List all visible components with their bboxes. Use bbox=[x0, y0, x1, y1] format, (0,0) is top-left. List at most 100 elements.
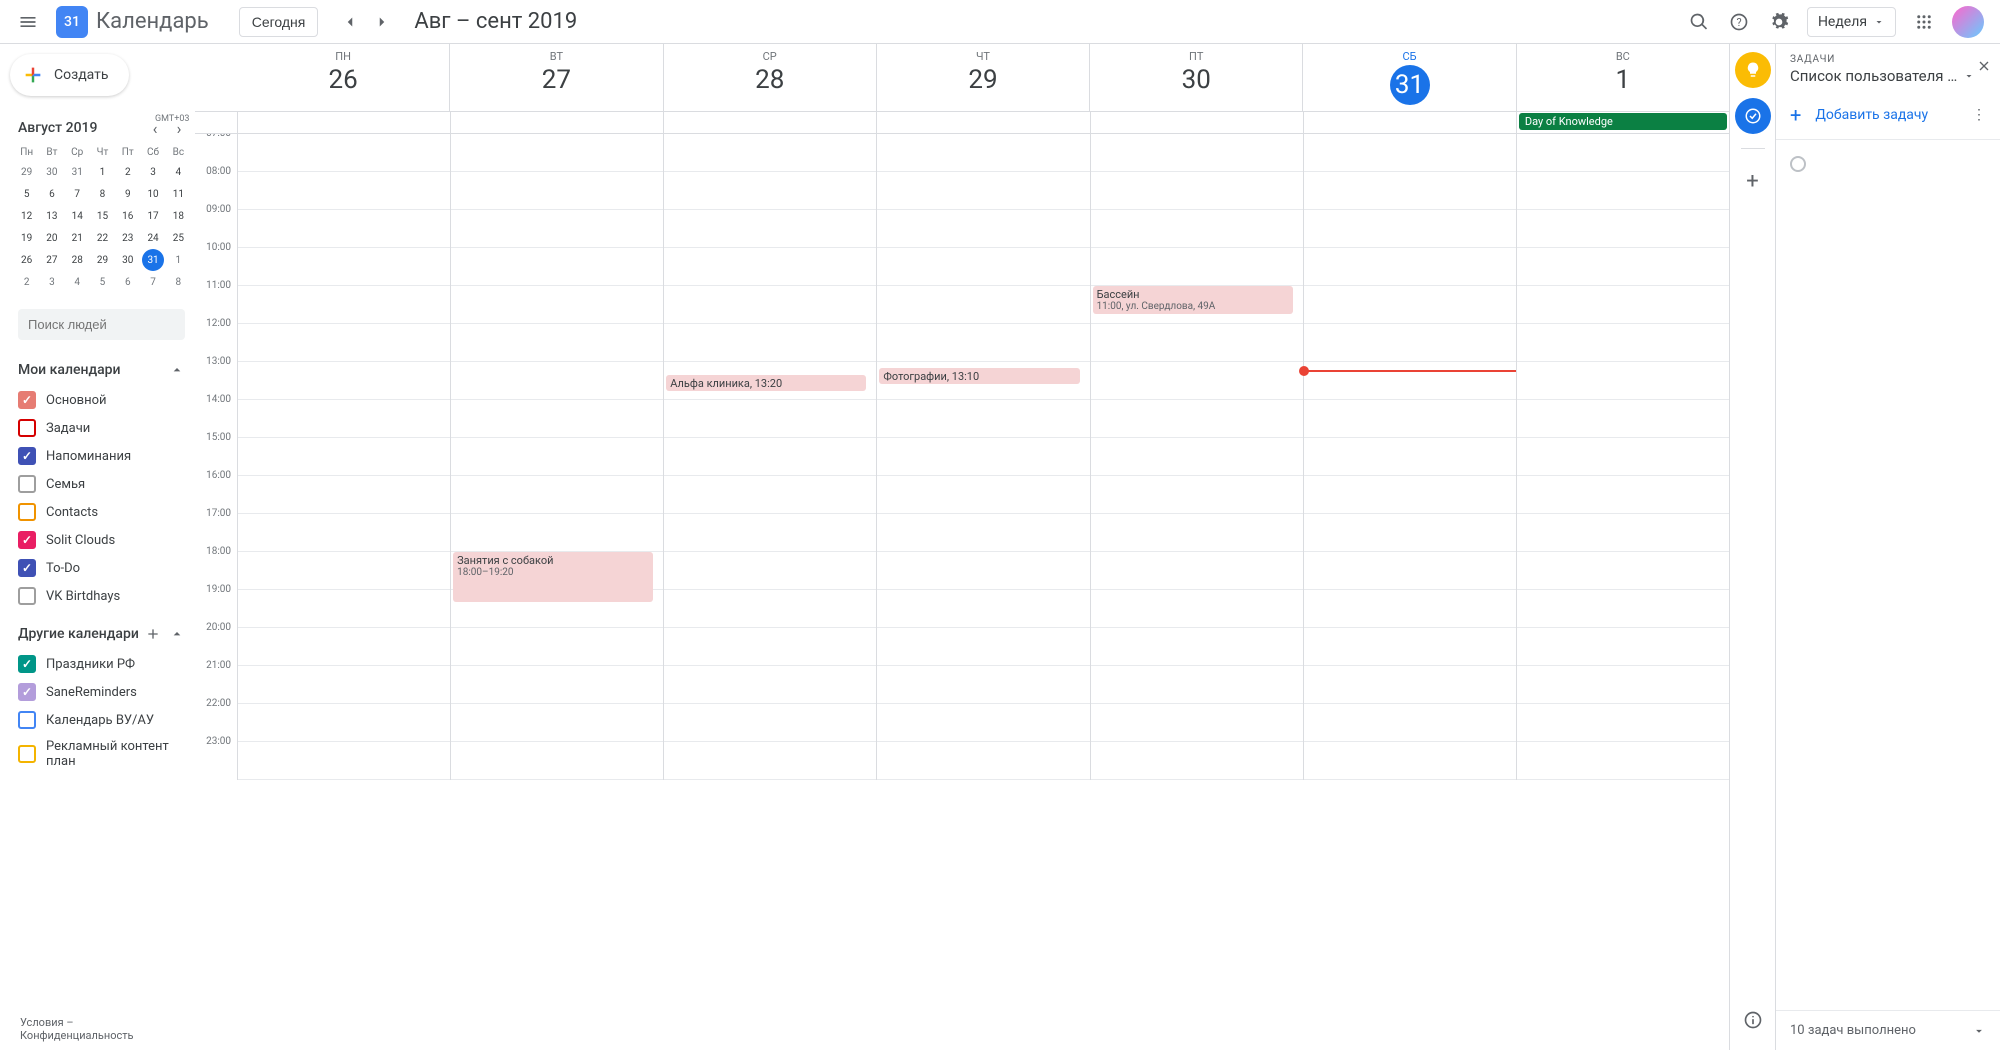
calendar-item[interactable]: Рекламный контент план bbox=[18, 734, 185, 774]
menu-button[interactable] bbox=[8, 2, 48, 42]
settings-button[interactable] bbox=[1759, 2, 1799, 42]
minical-day[interactable]: 31 bbox=[66, 161, 88, 183]
add-task-button[interactable]: Добавить задачу bbox=[1815, 107, 1928, 123]
day-header[interactable]: ВТ27 bbox=[449, 44, 662, 111]
add-task-plus-icon[interactable]: + bbox=[1790, 103, 1801, 127]
calendar-checkbox[interactable] bbox=[18, 503, 36, 521]
minical-day[interactable]: 6 bbox=[41, 183, 63, 205]
calendar-event[interactable]: Фотографии, 13:10 bbox=[879, 368, 1079, 384]
minical-day[interactable]: 10 bbox=[142, 183, 164, 205]
minical-day[interactable]: 20 bbox=[41, 227, 63, 249]
minical-day[interactable]: 13 bbox=[41, 205, 63, 227]
calendar-checkbox[interactable] bbox=[18, 447, 36, 465]
keep-addon-button[interactable] bbox=[1735, 52, 1771, 88]
day-header[interactable]: СР28 bbox=[663, 44, 876, 111]
calendar-item[interactable]: Задачи bbox=[18, 414, 185, 442]
minical-day[interactable]: 25 bbox=[167, 227, 189, 249]
day-header[interactable]: СБ31 bbox=[1302, 44, 1515, 111]
minical-day[interactable]: 14 bbox=[66, 205, 88, 227]
help-button[interactable]: ? bbox=[1719, 2, 1759, 42]
minical-day[interactable]: 23 bbox=[117, 227, 139, 249]
minical-day[interactable]: 21 bbox=[66, 227, 88, 249]
minical-day[interactable]: 19 bbox=[16, 227, 38, 249]
minical-day[interactable]: 4 bbox=[66, 271, 88, 293]
task-checkbox[interactable] bbox=[1790, 156, 1806, 172]
minical-day[interactable]: 2 bbox=[16, 271, 38, 293]
minical-day[interactable]: 26 bbox=[16, 249, 38, 271]
calendar-item[interactable]: VK Birtdhays bbox=[18, 582, 185, 610]
day-header[interactable]: ПТ30 bbox=[1089, 44, 1302, 111]
calendar-checkbox[interactable] bbox=[18, 745, 36, 763]
day-header[interactable]: ЧТ29 bbox=[876, 44, 1089, 111]
minical-day[interactable]: 9 bbox=[117, 183, 139, 205]
calendar-event[interactable]: Занятия с собакой18:00–19:20 bbox=[453, 552, 653, 602]
minical-day[interactable]: 30 bbox=[41, 161, 63, 183]
day-column[interactable]: Занятия с собакой18:00–19:20 bbox=[450, 134, 663, 780]
calendar-checkbox[interactable] bbox=[18, 711, 36, 729]
search-people-input[interactable] bbox=[18, 309, 185, 340]
minical-day[interactable]: 7 bbox=[66, 183, 88, 205]
minical-day[interactable]: 6 bbox=[117, 271, 139, 293]
completed-tasks-toggle[interactable]: 10 задач выполнено bbox=[1776, 1010, 2000, 1050]
calendar-event[interactable]: Бассейн11:00, ул. Свердлова, 49А bbox=[1093, 286, 1293, 314]
minical-day[interactable]: 28 bbox=[66, 249, 88, 271]
calendar-item[interactable]: Contacts bbox=[18, 498, 185, 526]
day-column[interactable]: Альфа клиника, 13:20 bbox=[663, 134, 876, 780]
minical-day[interactable]: 22 bbox=[91, 227, 113, 249]
calendar-checkbox[interactable] bbox=[18, 391, 36, 409]
minical-day[interactable]: 1 bbox=[167, 249, 189, 271]
other-calendars-toggle[interactable]: Другие календари bbox=[18, 622, 185, 646]
tasks-close-button[interactable] bbox=[1976, 58, 1992, 74]
allday-cell[interactable] bbox=[663, 112, 876, 133]
calendar-item[interactable]: Праздники РФ bbox=[18, 650, 185, 678]
account-avatar[interactable] bbox=[1952, 6, 1984, 38]
footer-links[interactable]: Условия – Конфиденциальность bbox=[10, 1008, 195, 1050]
calendar-item[interactable]: Календарь ВУ/АУ bbox=[18, 706, 185, 734]
calendar-checkbox[interactable] bbox=[18, 683, 36, 701]
tasks-list-selector[interactable]: Список пользователя … bbox=[1790, 67, 1986, 85]
calendar-item[interactable]: Напоминания bbox=[18, 442, 185, 470]
minical-day[interactable]: 24 bbox=[142, 227, 164, 249]
minical-day[interactable]: 29 bbox=[16, 161, 38, 183]
minical-day[interactable]: 7 bbox=[142, 271, 164, 293]
search-button[interactable] bbox=[1679, 2, 1719, 42]
allday-cell[interactable] bbox=[1090, 112, 1303, 133]
minical-day[interactable]: 18 bbox=[167, 205, 189, 227]
add-addon-button[interactable]: + bbox=[1735, 163, 1771, 199]
minical-day[interactable]: 11 bbox=[167, 183, 189, 205]
minical-day[interactable]: 27 bbox=[41, 249, 63, 271]
apps-button[interactable] bbox=[1904, 2, 1944, 42]
next-week-button[interactable] bbox=[366, 6, 398, 38]
calendar-item[interactable]: Семья bbox=[18, 470, 185, 498]
day-column[interactable]: Бассейн11:00, ул. Свердлова, 49А bbox=[1090, 134, 1303, 780]
allday-cell[interactable]: Day of Knowledge bbox=[1516, 112, 1729, 133]
minical-day[interactable]: 31 bbox=[142, 249, 164, 271]
minical-day[interactable]: 8 bbox=[167, 271, 189, 293]
minical-day[interactable]: 4 bbox=[167, 161, 189, 183]
calendar-event[interactable]: Альфа клиника, 13:20 bbox=[666, 375, 866, 391]
calendar-checkbox[interactable] bbox=[18, 587, 36, 605]
calendar-checkbox[interactable] bbox=[18, 531, 36, 549]
allday-cell[interactable] bbox=[876, 112, 1089, 133]
task-item[interactable] bbox=[1790, 150, 1986, 178]
create-button[interactable]: Создать bbox=[10, 54, 129, 96]
minical-day[interactable]: 3 bbox=[41, 271, 63, 293]
minical-day[interactable]: 8 bbox=[91, 183, 113, 205]
today-button[interactable]: Сегодня bbox=[239, 7, 319, 37]
minical-day[interactable]: 2 bbox=[117, 161, 139, 183]
calendar-checkbox[interactable] bbox=[18, 475, 36, 493]
minical-day[interactable]: 1 bbox=[91, 161, 113, 183]
minical-day[interactable]: 29 bbox=[91, 249, 113, 271]
calendar-item[interactable]: SaneReminders bbox=[18, 678, 185, 706]
day-column[interactable] bbox=[237, 134, 450, 780]
day-header[interactable]: ВС1 bbox=[1516, 44, 1729, 111]
view-selector[interactable]: Неделя bbox=[1807, 7, 1896, 37]
day-column[interactable] bbox=[1516, 134, 1729, 780]
day-header[interactable]: ПН26 bbox=[237, 44, 449, 111]
calendar-item[interactable]: Solit Clouds bbox=[18, 526, 185, 554]
minical-day[interactable]: 12 bbox=[16, 205, 38, 227]
allday-event[interactable]: Day of Knowledge bbox=[1519, 113, 1727, 130]
my-calendars-toggle[interactable]: Мои календари bbox=[18, 358, 185, 382]
minical-day[interactable]: 30 bbox=[117, 249, 139, 271]
tasks-addon-button[interactable] bbox=[1735, 98, 1771, 134]
